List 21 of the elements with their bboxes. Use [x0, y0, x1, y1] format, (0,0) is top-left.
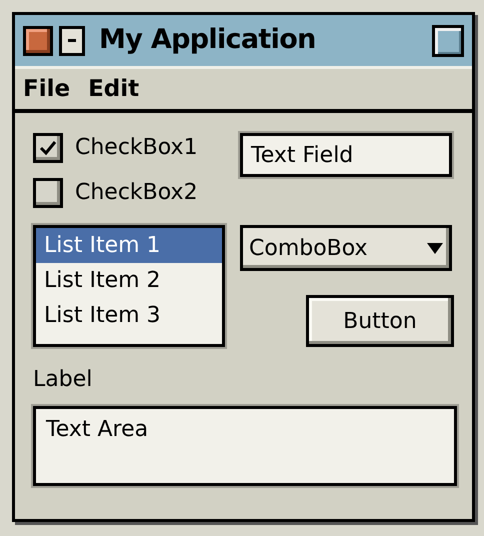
menu-item[interactable]: File: [23, 72, 70, 106]
checkbox-label: CheckBox1: [75, 134, 198, 162]
label: Label: [33, 366, 94, 394]
combo-box[interactable]: ComboBox: [240, 225, 452, 271]
checkbox[interactable]: [33, 132, 63, 162]
list-item[interactable]: List Item 1: [36, 228, 222, 263]
checkbox-label: CheckBox2: [75, 179, 198, 207]
minus-icon: [68, 39, 76, 42]
list-item[interactable]: List Item 3: [36, 298, 222, 333]
menu-item[interactable]: Edit: [88, 72, 140, 106]
minimize-button[interactable]: [59, 26, 85, 56]
maximize-button[interactable]: [432, 24, 464, 56]
window-title: My Application: [99, 23, 317, 58]
list-item[interactable]: List Item 2: [36, 263, 222, 298]
dropdown-arrow-icon: [427, 242, 443, 254]
close-button[interactable]: [23, 26, 53, 56]
text-field[interactable]: Text Field: [240, 133, 452, 177]
text-area[interactable]: Text Area: [33, 406, 457, 486]
button[interactable]: Button: [306, 295, 454, 347]
check-icon: [39, 140, 57, 156]
checkbox[interactable]: [33, 178, 63, 208]
